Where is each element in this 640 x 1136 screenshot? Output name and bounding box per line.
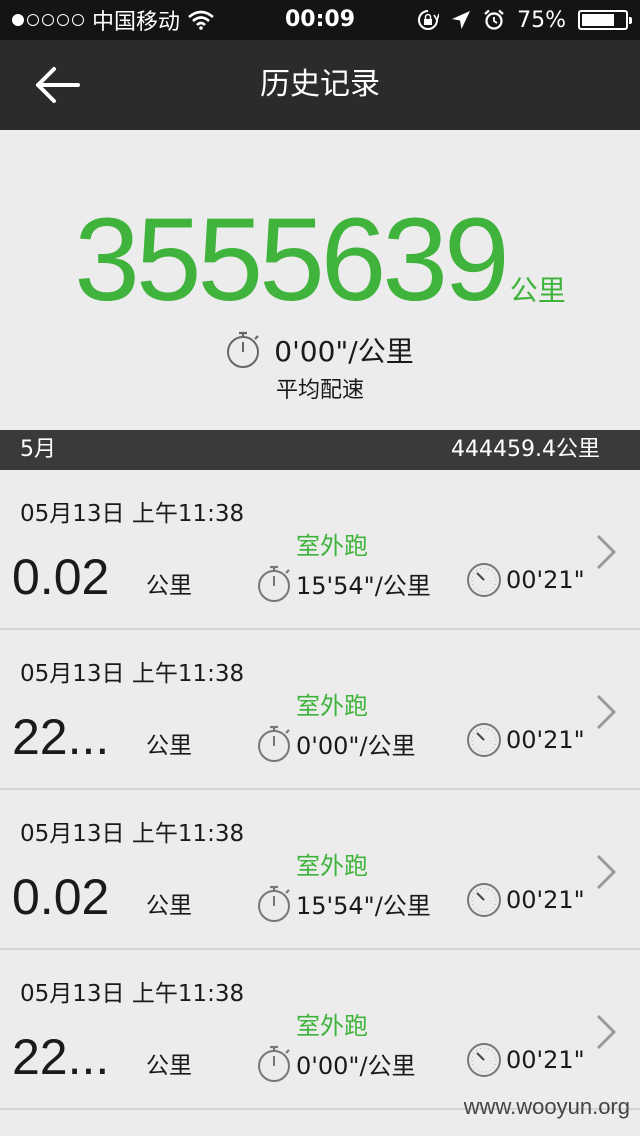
- record-duration-value: 00'21": [506, 726, 585, 754]
- total-distance-display: 3555639 公里: [0, 192, 640, 328]
- record-date: 05月13日 上午11:38: [20, 821, 245, 847]
- record-duration: 00'21": [466, 562, 585, 598]
- average-pace-row: 0'00"/公里: [0, 330, 640, 370]
- record-pace-value: 0'00"/公里: [296, 1051, 416, 1080]
- record-distance-unit: 公里: [146, 573, 192, 599]
- chevron-right-icon: [596, 534, 617, 570]
- record-distance-unit: 公里: [146, 893, 192, 919]
- navigation-bar: 历史记录: [0, 40, 640, 130]
- alarm-clock-icon: [484, 9, 504, 30]
- month-section-header: 5月 444459.4公里: [0, 430, 640, 470]
- battery-icon: [578, 10, 632, 30]
- record-pace-value: 15'54"/公里: [296, 891, 431, 920]
- clock-icon: [467, 883, 501, 917]
- history-record-item[interactable]: 05月13日 上午11:38 0.02 公里 室外跑 15'54"/公里 00'…: [0, 790, 640, 950]
- total-distance-unit: 公里: [509, 274, 566, 307]
- rotation-lock-icon: [418, 10, 440, 30]
- month-label: 5月: [20, 437, 56, 462]
- clock-icon: [467, 563, 501, 597]
- total-distance-value: 3555639: [74, 194, 509, 326]
- stopwatch-icon: [258, 565, 290, 602]
- record-duration: 00'21": [466, 882, 585, 918]
- stopwatch-icon: [258, 885, 290, 922]
- record-distance: 22...: [12, 709, 110, 765]
- stopwatch-icon: [258, 1045, 290, 1082]
- clock-icon: [467, 1043, 501, 1077]
- stopwatch-icon: [258, 725, 290, 762]
- record-distance: 0.02: [12, 869, 110, 925]
- record-duration-value: 00'21": [506, 1046, 585, 1074]
- record-duration-value: 00'21": [506, 566, 585, 594]
- stopwatch-icon: [227, 331, 260, 368]
- chevron-right-icon: [596, 854, 617, 890]
- record-date: 05月13日 上午11:38: [20, 981, 245, 1007]
- record-pace: 15'54"/公里: [256, 562, 431, 604]
- record-activity-type: 室外跑: [296, 852, 368, 880]
- watermark-text: www.wooyun.org: [463, 1094, 630, 1119]
- status-right: 75%: [417, 0, 632, 40]
- clock-icon: [467, 723, 501, 757]
- history-record-item[interactable]: 05月13日 上午11:38 22... 公里 室外跑 0'00"/公里 00'…: [0, 950, 640, 1110]
- record-date: 05月13日 上午11:38: [20, 501, 245, 527]
- record-distance: 0.02: [12, 549, 110, 605]
- month-total-distance: 444459.4公里: [451, 437, 600, 462]
- record-duration: 00'21": [466, 722, 585, 758]
- record-pace: 15'54"/公里: [256, 882, 431, 924]
- history-record-item[interactable]: 05月13日 上午11:38 0.02 公里 室外跑 15'54"/公里 00'…: [0, 470, 640, 630]
- chevron-right-icon: [596, 1014, 617, 1050]
- record-duration-value: 00'21": [506, 886, 585, 914]
- history-list: 05月13日 上午11:38 0.02 公里 室外跑 15'54"/公里 00'…: [0, 470, 640, 1110]
- record-date: 05月13日 上午11:38: [20, 661, 245, 687]
- record-activity-type: 室外跑: [296, 1012, 368, 1040]
- average-pace-value: 0'00"/公里: [274, 335, 414, 368]
- battery-percentage: 75%: [517, 7, 566, 33]
- record-pace: 0'00"/公里: [256, 722, 416, 764]
- record-pace: 0'00"/公里: [256, 1042, 416, 1084]
- record-activity-type: 室外跑: [296, 692, 368, 720]
- record-distance-unit: 公里: [146, 1053, 192, 1079]
- chevron-right-icon: [596, 694, 617, 730]
- location-arrow-icon: [452, 11, 471, 29]
- page-title: 历史记录: [260, 67, 380, 102]
- status-bar: 中国移动 00:09 75%: [0, 0, 640, 40]
- record-distance: 22...: [12, 1029, 110, 1085]
- battery-level: [582, 14, 614, 26]
- record-distance-unit: 公里: [146, 733, 192, 759]
- record-pace-value: 0'00"/公里: [296, 731, 416, 760]
- summary-panel: 3555639 公里 0'00"/公里 平均配速: [0, 130, 640, 430]
- record-pace-value: 15'54"/公里: [296, 571, 431, 600]
- history-record-item[interactable]: 05月13日 上午11:38 22... 公里 室外跑 0'00"/公里 00'…: [0, 630, 640, 790]
- record-duration: 00'21": [466, 1042, 585, 1078]
- average-pace-label: 平均配速: [275, 378, 364, 403]
- record-activity-type: 室外跑: [296, 532, 368, 560]
